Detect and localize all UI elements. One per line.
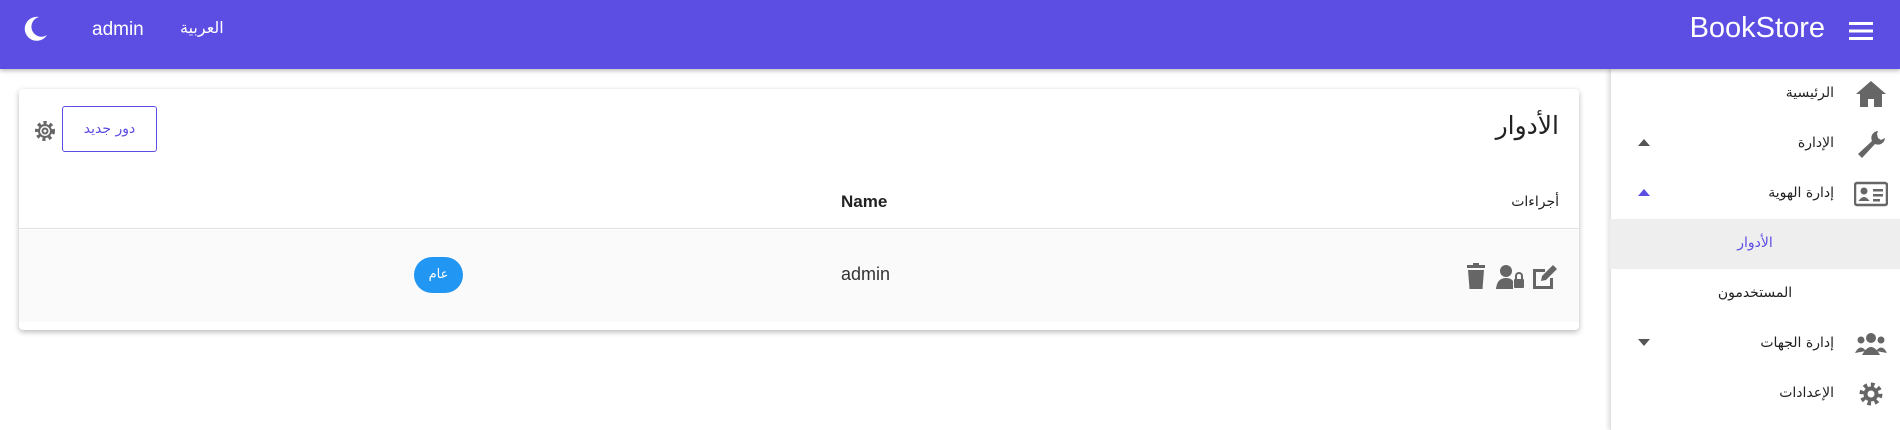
expand-caret-icon	[1638, 339, 1650, 346]
cog-icon	[1859, 382, 1883, 406]
sidebar-item-administration[interactable]: الإدارة	[1610, 119, 1900, 169]
sidebar-item-settings[interactable]: الإعدادات	[1610, 369, 1900, 419]
new-role-button[interactable]: دور جديد	[62, 106, 157, 152]
language-switch[interactable]: العربية	[180, 18, 224, 37]
role-name-cell: admin	[841, 264, 891, 284]
sidebar-item-label: الأدوار	[1737, 235, 1773, 251]
permissions-icon[interactable]	[1495, 262, 1525, 290]
table-row: admin عام	[19, 230, 1579, 322]
gear-icon[interactable]	[33, 119, 57, 143]
collapse-caret-icon	[1638, 139, 1650, 146]
sidebar-item-label: المستخدمون	[1717, 285, 1793, 301]
hamburger-menu-icon[interactable]	[1847, 19, 1875, 43]
column-header-name[interactable]: Name	[841, 192, 887, 212]
collapse-caret-icon	[1638, 189, 1650, 196]
sidebar-item-home[interactable]: الرئيسية	[1610, 69, 1900, 119]
sidebar-item-identity-management[interactable]: إدارة الهوية	[1610, 169, 1900, 219]
status-badge: عام	[414, 257, 463, 293]
home-icon	[1856, 81, 1886, 107]
sidebar-item-label: الإدارة	[1797, 135, 1834, 151]
sidebar-item-label: إدارة الجهات	[1760, 335, 1834, 351]
users-icon	[1855, 333, 1887, 355]
user-menu[interactable]: admin	[92, 19, 144, 41]
table-header: أجراءات Name	[19, 177, 1579, 229]
roles-card: الأدوار دور جديد أجراءات Name admin عام	[19, 89, 1579, 330]
sidebar-item-label: الإعدادات	[1779, 385, 1834, 401]
id-card-icon	[1854, 181, 1888, 207]
wrench-icon	[1858, 131, 1885, 158]
sidebar-item-label: إدارة الهوية	[1768, 185, 1834, 201]
edit-icon[interactable]	[1529, 262, 1559, 290]
sidebar-item-roles[interactable]: الأدوار	[1610, 219, 1900, 269]
dark-mode-toggle-icon[interactable]	[20, 14, 50, 44]
top-app-bar: admin العربية BookStore	[0, 0, 1900, 69]
sidebar-item-tenant-management[interactable]: إدارة الجهات	[1610, 319, 1900, 369]
page-title: الأدوار	[1495, 111, 1559, 140]
trash-icon[interactable]	[1461, 262, 1491, 290]
sidebar-item-label: الرئيسية	[1785, 85, 1834, 101]
column-header-actions: أجراءات	[1511, 194, 1559, 210]
app-brand: BookStore	[1689, 12, 1825, 44]
sidebar-nav: الرئيسية الإدارة إدارة الهوية الأدوار ال…	[1610, 69, 1900, 430]
sidebar-item-users[interactable]: المستخدمون	[1610, 269, 1900, 319]
